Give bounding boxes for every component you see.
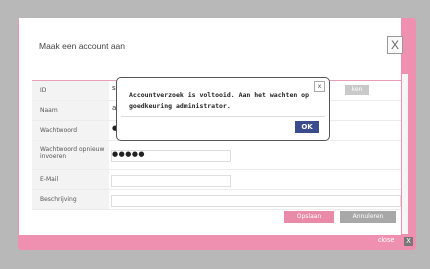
form-row-email: E-Mail [32, 170, 401, 190]
email-input[interactable] [111, 175, 231, 187]
dialog-close-button[interactable]: x [314, 81, 325, 92]
dialog-message: Accountverzoek is voltooid. Aan het wach… [129, 91, 310, 110]
wachtwoord-opnieuw-input: ●●●●● [112, 150, 146, 158]
wachtwoord-opnieuw-label: Wachtwoord opnieuw invoeren [32, 141, 109, 169]
beschrijving-label: Beschrijving [32, 190, 109, 209]
dialog-divider [121, 116, 325, 117]
naam-label: Naam [32, 101, 109, 120]
footer-close-icon[interactable]: X [404, 237, 413, 246]
confirmation-dialog: x Accountverzoek is voltooid. Aan het wa… [116, 77, 330, 141]
modal-close-button[interactable]: X [387, 36, 403, 54]
cancel-button[interactable]: Annuleren [340, 211, 396, 223]
modal-title: Maak een account aan [39, 41, 126, 51]
save-button[interactable]: Opslaan [284, 211, 334, 223]
id-label: ID [32, 81, 109, 100]
footer-close-label[interactable]: close [378, 237, 394, 244]
form-row-wachtwoord-opnieuw: Wachtwoord opnieuw invoeren ●●●●● [32, 141, 401, 170]
beschrijving-input[interactable] [111, 195, 401, 207]
form-row-beschrijving: Beschrijving [32, 190, 401, 210]
check-id-button[interactable]: ken [345, 85, 369, 95]
wachtwoord-label: Wachtwoord [32, 121, 109, 140]
scrollbar[interactable] [402, 74, 408, 234]
ok-button[interactable]: OK [295, 121, 319, 133]
email-label: E-Mail [32, 170, 109, 189]
